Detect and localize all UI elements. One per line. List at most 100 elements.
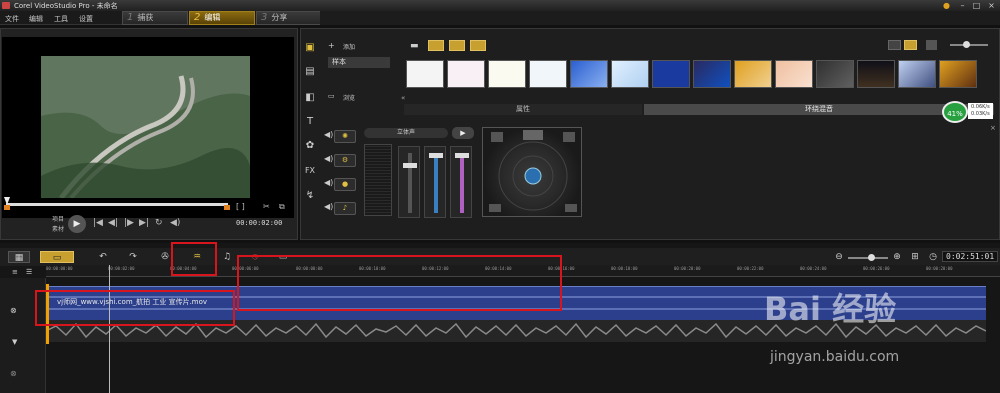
baidu-watermark-site: jingyan.baidu.com	[770, 349, 900, 365]
add-folder-label[interactable]: 添加	[343, 42, 355, 51]
zoom-in-icon[interactable]: ⊕	[890, 251, 904, 263]
scrubber-track[interactable]	[6, 203, 228, 206]
playhead[interactable]	[109, 265, 110, 393]
close-panel-icon[interactable]: ×	[990, 124, 996, 132]
surround-sound-panel[interactable]	[482, 127, 582, 217]
globe-icon[interactable]: ●	[942, 1, 951, 10]
audio-filter-icon[interactable]	[470, 40, 486, 51]
overlay-track-icon[interactable]: ⊗	[10, 369, 17, 378]
surround-toggle-icon[interactable]: ✺	[334, 130, 356, 143]
graphic-icon[interactable]: ✿	[303, 140, 317, 152]
browse-icon[interactable]: ▭	[328, 92, 335, 100]
sort-icon[interactable]	[926, 40, 937, 50]
close-icon[interactable]: ×	[987, 1, 996, 10]
menu-file[interactable]: 文件	[5, 14, 19, 24]
collapse-icon[interactable]: «	[401, 94, 405, 102]
thumbnail[interactable]	[447, 60, 485, 88]
preview-video-frame	[41, 56, 250, 198]
thumbnail-size-handle[interactable]	[963, 41, 970, 48]
add-icon[interactable]: +	[328, 41, 335, 50]
mode-clip-label[interactable]: 素材	[52, 224, 64, 233]
step-edit[interactable]: 2 编辑	[189, 11, 255, 25]
mark-in-handle[interactable]	[4, 205, 10, 210]
preview-timecode[interactable]: 00:00:02:00	[236, 219, 282, 227]
tab-attributes[interactable]: 属性	[404, 104, 642, 115]
photo-filter-icon[interactable]	[449, 40, 465, 51]
step-label: 捕获	[137, 13, 154, 22]
minimize-icon[interactable]: –	[958, 1, 967, 10]
track-manager-icon[interactable]: ≡	[12, 268, 18, 276]
mix-mode-dropdown[interactable]: 立体声	[364, 128, 448, 138]
thumbnail[interactable]	[857, 60, 895, 88]
maximize-icon[interactable]: □	[972, 1, 981, 10]
thumbnail[interactable]	[488, 60, 526, 88]
mark-brackets-icon[interactable]: [ ]	[236, 202, 245, 211]
speaker-icon: ◀)	[324, 178, 334, 187]
step-share[interactable]: 3 分享	[256, 11, 322, 25]
end-icon[interactable]: ▶|	[139, 218, 149, 228]
network-monitor-badge[interactable]: 41%	[942, 101, 968, 123]
transition-icon[interactable]: ◧	[303, 92, 317, 104]
menu-tools[interactable]: 工具	[54, 14, 68, 24]
thumbnail[interactable]	[734, 60, 772, 88]
mark-out-handle[interactable]	[224, 205, 230, 210]
fit-project-icon[interactable]: ⊞	[908, 251, 922, 263]
filter-icon[interactable]: FX	[303, 165, 317, 177]
instant-project-icon[interactable]: ▤	[303, 66, 317, 78]
thumbnail[interactable]	[939, 60, 977, 88]
menu-edit[interactable]: 编辑	[29, 14, 43, 24]
repeat-icon[interactable]: ↻	[155, 218, 163, 228]
title-icon[interactable]: T	[303, 116, 317, 128]
browse-label[interactable]: 浏览	[343, 93, 355, 102]
thumbnail[interactable]	[693, 60, 731, 88]
thumbnail[interactable]	[611, 60, 649, 88]
sample-folder[interactable]: 样本	[328, 57, 390, 68]
media-icon[interactable]: ▣	[303, 42, 317, 54]
project-duration: 0:02:51:01	[942, 251, 999, 262]
redo-icon[interactable]: ↷	[126, 251, 140, 263]
thumbnail[interactable]	[570, 60, 608, 88]
fader-master[interactable]	[398, 146, 420, 218]
highlight-sound-mixer	[171, 242, 217, 276]
voice-track-icon[interactable]: ⚙	[334, 154, 356, 167]
previous-frame-icon[interactable]: ◀|	[108, 218, 118, 228]
thumbnail-view-icon[interactable]	[904, 40, 917, 50]
thumbnail[interactable]	[816, 60, 854, 88]
highlight-ruler-area	[237, 255, 562, 311]
play-button[interactable]: ▶	[68, 215, 86, 233]
timeline-view-icon[interactable]: ▭	[40, 251, 74, 263]
undo-icon[interactable]: ↶	[96, 251, 110, 263]
thumbnail[interactable]	[775, 60, 813, 88]
volume-icon[interactable]: ◀)	[170, 218, 180, 228]
list-view-icon[interactable]	[888, 40, 901, 50]
copy-icon[interactable]: ⧉	[279, 202, 285, 212]
zoom-slider-handle[interactable]	[868, 254, 875, 261]
thumbnail[interactable]	[406, 60, 444, 88]
auto-music-icon[interactable]: ♫	[220, 251, 234, 263]
mix-play-button[interactable]: ▶	[452, 127, 474, 139]
thumbnail[interactable]	[529, 60, 567, 88]
step-bar-filler	[320, 11, 1000, 25]
step-capture[interactable]: 1 捕获	[122, 11, 188, 25]
home-icon[interactable]: |◀	[93, 218, 103, 228]
path-icon[interactable]: ↯	[303, 190, 317, 202]
fader-sub[interactable]	[450, 146, 472, 218]
cut-icon[interactable]: ✂	[263, 202, 270, 211]
chapter-icon[interactable]: ☰	[26, 268, 32, 276]
zoom-out-icon[interactable]: ⊖	[832, 251, 846, 263]
thumbnail[interactable]	[898, 60, 936, 88]
thumbnail[interactable]	[652, 60, 690, 88]
music-track-icon[interactable]: ●	[334, 178, 356, 191]
upload-speed: 0.06K/s	[971, 104, 990, 110]
storyboard-view-icon[interactable]: ▦	[8, 251, 30, 263]
music-note-icon[interactable]: ♪	[334, 202, 356, 215]
folder-icon[interactable]: ▬	[410, 41, 419, 51]
fader-center[interactable]	[424, 146, 446, 218]
mode-project-label[interactable]: 项目	[52, 214, 64, 223]
video-track-icon[interactable]: ⊗	[10, 306, 17, 315]
track-expand-icon[interactable]: ▼	[12, 338, 17, 346]
record-capture-icon[interactable]: ✇	[158, 251, 172, 263]
video-filter-icon[interactable]	[428, 40, 444, 51]
next-frame-icon[interactable]: |▶	[124, 218, 134, 228]
menu-settings[interactable]: 设置	[79, 14, 93, 24]
